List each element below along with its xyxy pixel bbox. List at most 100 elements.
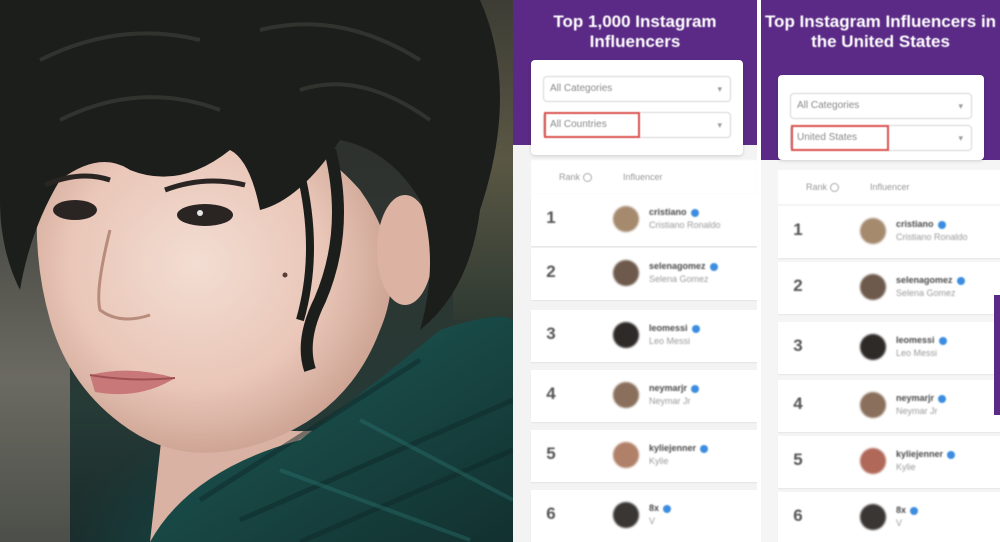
rank-number: 3 [793, 336, 803, 355]
avatar[interactable] [613, 502, 639, 528]
avatar[interactable] [860, 334, 886, 360]
table-row[interactable]: 4 neymarjr Neymar Jr [778, 380, 1000, 432]
rank-number: 2 [793, 276, 803, 295]
influencer-handle[interactable]: kyliejenner [649, 443, 709, 453]
info-icon[interactable] [583, 173, 593, 183]
highlight-box [544, 112, 640, 138]
verified-icon [956, 276, 965, 285]
handle-text: selenagomez [896, 275, 953, 285]
rank-number: 5 [793, 450, 803, 469]
avatar[interactable] [613, 206, 639, 232]
category-select[interactable]: All Categories ▾ [790, 93, 972, 119]
table-row[interactable]: 2 selenagomez Selena Gomez [778, 262, 1000, 314]
verified-icon [691, 384, 700, 393]
highlight-box [791, 125, 889, 151]
rank-number: 5 [546, 444, 556, 463]
category-select[interactable]: All Categories ▾ [543, 76, 731, 102]
verified-icon [947, 450, 956, 459]
rank-number: 4 [793, 394, 803, 413]
handle-text: leomessi [896, 335, 935, 345]
table-row[interactable]: 1 cristiano Cristiano Ronaldo [778, 206, 1000, 258]
category-select-value: All Categories [550, 83, 613, 94]
handle-text: cristiano [896, 219, 934, 229]
influencer-handle[interactable]: leomessi [896, 335, 947, 345]
influencer-handle[interactable]: cristiano [896, 219, 946, 229]
handle-text: leomessi [649, 323, 688, 333]
table-row[interactable]: 5 kyliejenner Kylie [778, 436, 1000, 488]
column-header-rank: Rank [806, 170, 840, 204]
rank-number: 1 [793, 220, 803, 239]
rank-header-label: Rank [559, 172, 581, 182]
verified-icon [709, 262, 718, 271]
rank-number: 3 [546, 324, 556, 343]
influencer-name: Cristiano Ronaldo [649, 220, 721, 230]
handle-text: kyliejenner [649, 443, 697, 453]
category-select-value: All Categories [797, 100, 860, 111]
influencer-name: Leo Messi [649, 336, 691, 346]
chevron-down-icon: ▾ [958, 133, 963, 143]
verified-icon [663, 504, 672, 513]
rank-header-label: Rank [806, 182, 828, 192]
influencer-name: Neymar Jr [896, 406, 938, 416]
column-header-influencer: Influencer [870, 182, 910, 192]
table-row[interactable]: 5 kyliejenner Kylie [531, 430, 757, 482]
influencer-handle[interactable]: 8x [649, 503, 672, 513]
avatar[interactable] [613, 260, 639, 286]
table-row[interactable]: 4 neymarjr Neymar Jr [531, 370, 757, 422]
influencer-name: Cristiano Ronaldo [896, 232, 968, 242]
verified-icon [691, 324, 700, 333]
table-row[interactable]: 1 cristiano Cristiano Ronaldo [531, 194, 757, 246]
influencer-name: Selena Gomez [896, 288, 956, 298]
handle-text: selenagomez [649, 261, 706, 271]
handle-text: cristiano [649, 207, 687, 217]
avatar[interactable] [860, 392, 886, 418]
avatar[interactable] [860, 448, 886, 474]
column-header-rank: Rank [559, 160, 593, 194]
chevron-down-icon: ▾ [717, 84, 722, 94]
influencer-name: V [896, 518, 903, 528]
avatar[interactable] [860, 218, 886, 244]
ranking-screenshot-us: Top Instagram Influencers in the United … [757, 0, 1000, 542]
table-row[interactable]: 2 selenagomez Selena Gomez [531, 248, 757, 300]
portrait-illustration [0, 0, 513, 542]
rank-number: 1 [546, 208, 556, 227]
handle-text: 8x [896, 505, 907, 515]
influencer-handle[interactable]: 8x [896, 505, 919, 515]
influencer-handle[interactable]: selenagomez [649, 261, 718, 271]
avatar[interactable] [860, 504, 886, 530]
influencer-handle[interactable]: neymarjr [896, 393, 947, 403]
avatar[interactable] [613, 442, 639, 468]
ranking-screenshot-global: Top 1,000 Instagram Influencers All Cate… [513, 0, 757, 542]
table-row[interactable]: 3 leomessi Leo Messi [531, 310, 757, 362]
table-row[interactable]: 6 8x V [531, 490, 757, 542]
verified-icon [938, 394, 947, 403]
table-row[interactable]: 6 8x V [778, 492, 1000, 542]
influencer-handle[interactable]: neymarjr [649, 383, 700, 393]
filter-card: All Categories ▾ All Countries ▾ [531, 60, 743, 155]
influencer-name: Kylie [896, 462, 916, 472]
influencer-handle[interactable]: leomessi [649, 323, 700, 333]
handle-text: 8x [649, 503, 660, 513]
info-icon[interactable] [830, 183, 840, 193]
table-header: Rank Influencer [531, 160, 757, 194]
influencer-name: Selena Gomez [649, 274, 709, 284]
chevron-down-icon: ▾ [958, 101, 963, 111]
page-title: Top 1,000 Instagram Influencers [553, 12, 717, 51]
influencer-name: V [649, 516, 656, 526]
avatar[interactable] [613, 382, 639, 408]
handle-text: neymarjr [649, 383, 688, 393]
column-header-influencer: Influencer [623, 172, 663, 182]
influencer-name: Kylie [649, 456, 669, 466]
influencer-handle[interactable]: selenagomez [896, 275, 965, 285]
influencer-handle[interactable]: cristiano [649, 207, 699, 217]
avatar[interactable] [613, 322, 639, 348]
country-select[interactable]: All Countries ▾ [543, 112, 731, 138]
avatar[interactable] [860, 274, 886, 300]
handle-text: neymarjr [896, 393, 935, 403]
country-select[interactable]: United States ▾ [790, 125, 972, 151]
influencer-handle[interactable]: kyliejenner [896, 449, 956, 459]
verified-icon [700, 444, 709, 453]
side-strip [994, 295, 1000, 415]
table-row[interactable]: 3 leomessi Leo Messi [778, 322, 1000, 374]
rank-number: 6 [793, 506, 803, 525]
